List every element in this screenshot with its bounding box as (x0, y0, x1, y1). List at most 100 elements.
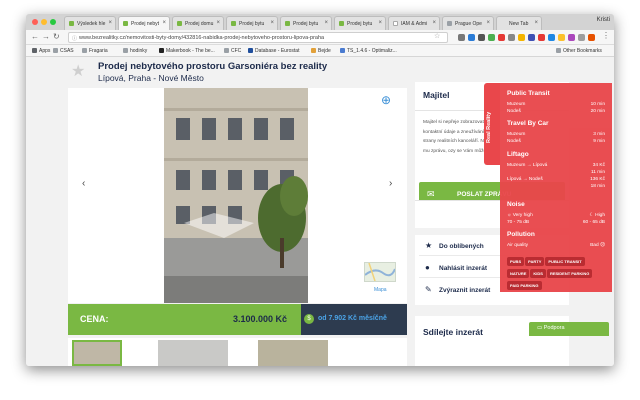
next-photo-arrow[interactable]: › (389, 178, 392, 189)
pollution-value: Bad (590, 243, 599, 248)
noise-row: 70 - 75 dB 60 - 65 dB (507, 220, 605, 225)
alert-icon: ● (425, 263, 430, 272)
photo-gallery: ⊕ ‹ › Mapa (68, 88, 407, 303)
bookmark-item[interactable]: Makerbook - The be... (159, 48, 215, 54)
value: 136 Kč (590, 177, 605, 182)
bookmark-label: Bejde (318, 48, 331, 54)
monthly-payment[interactable]: od 7.902 Kč měsíčně (318, 315, 387, 322)
browser-tab[interactable]: Prodej nebyt × (118, 16, 170, 30)
bookmark-label: hodinky (130, 48, 148, 54)
browser-tab[interactable]: Prague Ope × (442, 16, 494, 30)
green-leaf-icon (339, 21, 344, 26)
bookmark-label: Database - Eurostat (255, 48, 300, 54)
noise-day-range: 70 - 75 dB (507, 220, 530, 225)
bookmark-item[interactable]: Fragaria (82, 48, 108, 54)
back-button[interactable]: ← (31, 32, 39, 41)
car-row: Nodeš 9 min (507, 139, 605, 144)
bookmark-item[interactable]: Database - Eurostat (248, 48, 299, 54)
browser-tab[interactable]: Prodej bytu × (226, 16, 278, 30)
browser-tab[interactable]: Prodej domu × (172, 16, 224, 30)
close-window-button[interactable] (32, 19, 38, 25)
bookmark-item[interactable]: CFC (224, 48, 241, 54)
photo-thumbnail[interactable] (258, 340, 328, 366)
tab-strip: Výsledek hle × Prodej nebyt × Prodej domu × Pr… (26, 14, 614, 30)
menu-icon[interactable]: ⋮ (602, 31, 610, 40)
green-leaf-icon (69, 21, 74, 26)
forward-button[interactable]: → (42, 32, 50, 41)
extension-icon[interactable] (558, 34, 565, 41)
close-tab-icon[interactable]: × (162, 20, 166, 26)
browser-tab[interactable]: Prodej bytu × (280, 16, 332, 30)
value: 18 min (590, 184, 605, 189)
close-tab-icon[interactable]: × (324, 20, 328, 26)
extension-icon[interactable] (548, 34, 555, 41)
browser-tab[interactable]: Výsledek hle × (64, 16, 116, 30)
browser-tab[interactable]: New Tab × (496, 16, 542, 30)
transit-heading: Public Transit (507, 90, 550, 97)
building-photo[interactable] (164, 88, 308, 303)
address-bar[interactable]: ⓘ www.bezrealitky.cz/nemovitosti-byty-do… (68, 32, 448, 43)
close-tab-icon[interactable]: × (534, 20, 538, 26)
close-tab-icon[interactable]: × (216, 20, 220, 26)
place: Muzeum (507, 102, 526, 107)
bookmark-star-icon[interactable]: ☆ (434, 32, 440, 40)
real-reality-tab[interactable]: Real Reality (484, 83, 500, 165)
bookmark-item[interactable]: TS_1.4.6 - Optimaliz... (340, 48, 397, 54)
bookmark-item[interactable]: Apps (32, 48, 50, 54)
map-thumbnail[interactable] (364, 262, 396, 282)
folder-icon (123, 48, 128, 53)
extension-icon[interactable] (458, 34, 465, 41)
time: 9 min (593, 139, 605, 144)
noise-night: High (595, 213, 605, 218)
extension-icon[interactable] (518, 34, 525, 41)
prev-photo-arrow[interactable]: ‹ (82, 178, 85, 189)
share-heading: Sdílejte inzerát (423, 327, 483, 337)
extension-icon[interactable] (498, 34, 505, 41)
green-leaf-icon (123, 21, 128, 26)
bookmark-item[interactable]: Bejde (311, 48, 331, 54)
pollution-row: Air quality Bad ☹ (507, 243, 605, 248)
time: 3 min (593, 132, 605, 137)
mail-icon: ✉ (427, 189, 435, 199)
minimize-window-button[interactable] (41, 19, 47, 25)
noise-row: ☼ Very high ☾ High (507, 213, 605, 218)
extension-icon[interactable] (528, 34, 535, 41)
tab-label: Výsledek hle (77, 21, 106, 27)
zoom-icon[interactable]: ⊕ (381, 93, 391, 107)
browser-tab[interactable]: IAM & Admi × (388, 16, 440, 30)
reload-button[interactable]: ↻ (53, 32, 60, 41)
maximize-window-button[interactable] (50, 19, 56, 25)
close-tab-icon[interactable]: × (378, 20, 382, 26)
bookmark-item[interactable]: CSAS (53, 48, 74, 54)
extension-icon[interactable] (588, 34, 595, 41)
profile-name[interactable]: Kristi (597, 17, 610, 23)
extension-icon[interactable] (468, 34, 475, 41)
tab-label: Prodej domu (185, 21, 214, 27)
tab-label: IAM & Admi (401, 21, 428, 27)
owner-heading: Majitel (423, 90, 450, 100)
photo-thumbnail[interactable] (72, 340, 122, 366)
close-tab-icon[interactable]: × (108, 20, 112, 26)
extension-icon[interactable] (568, 34, 575, 41)
mortgage-box[interactable]: $ od 7.902 Kč měsíčně (301, 304, 407, 335)
map-link[interactable]: Mapa (374, 287, 387, 293)
other-bookmarks[interactable]: Other Bookmarks (556, 48, 602, 54)
support-button[interactable]: ▭ Podpora (529, 322, 609, 336)
browser-tab[interactable]: Prodej bytu × (334, 16, 386, 30)
extension-icon[interactable] (488, 34, 495, 41)
place: Muzeum → Lípová (507, 163, 548, 168)
extension-icon[interactable] (538, 34, 545, 41)
action-label: Do oblíbených (439, 243, 484, 250)
extension-icon[interactable] (478, 34, 485, 41)
extension-icon[interactable] (578, 34, 585, 41)
bookmark-item[interactable]: hodinky (123, 48, 147, 54)
favorite-star-icon[interactable]: ★ (71, 61, 85, 81)
page-info-icon[interactable]: ⓘ (72, 35, 77, 42)
close-tab-icon[interactable]: × (432, 20, 436, 26)
close-tab-icon[interactable]: × (486, 20, 490, 26)
close-tab-icon[interactable]: × (270, 20, 274, 26)
extension-icon[interactable] (508, 34, 515, 41)
liftago-row: Lípová → Nodeš 136 Kč (507, 177, 605, 182)
bookmarks-bar: Apps CSAS Fragaria hodinky Makerbook - The b… (26, 45, 614, 57)
photo-thumbnail[interactable] (158, 340, 228, 366)
